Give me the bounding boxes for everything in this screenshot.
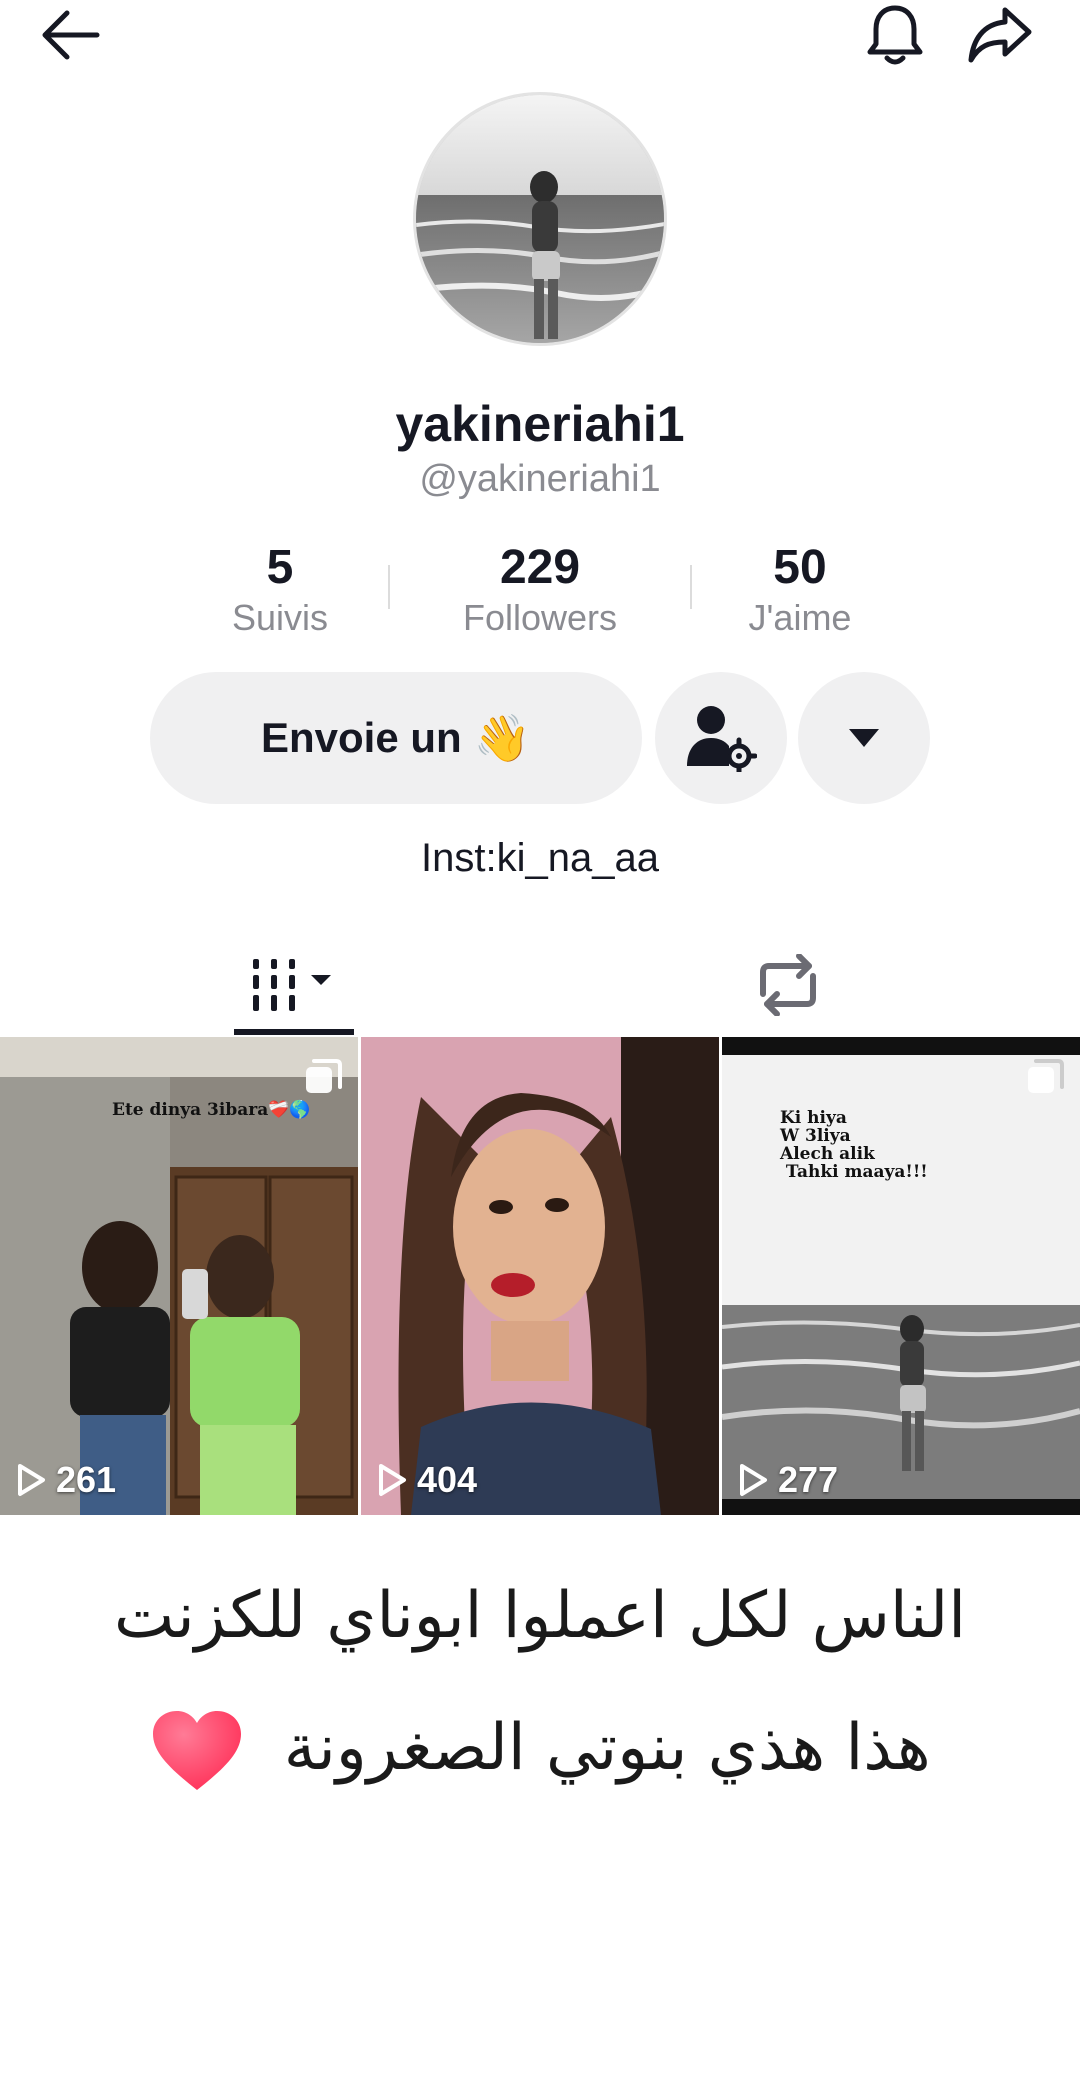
send-wave-button[interactable]: Envoie un 👋 <box>150 672 642 804</box>
arrow-left-icon <box>42 10 100 60</box>
following-count: 5 <box>266 541 294 594</box>
content-tabs <box>0 935 1080 1035</box>
multi-clip-icon <box>1028 1059 1064 1093</box>
video-thumbnail[interactable]: Ki hiya W 3liya Alech alik Tahki maaya!!… <box>722 1037 1080 1515</box>
video-overlay-text: Ki hiya W 3liya Alech alik Tahki maaya!!… <box>780 1108 928 1182</box>
tab-reposts[interactable] <box>728 935 848 1035</box>
caption-overlay: الناس لكل اعملوا ابوناي للكزنت هذا هذي ب… <box>0 1550 1080 1814</box>
caret-down-icon <box>849 729 879 747</box>
likes-count: 50 <box>773 541 827 594</box>
view-count: 277 <box>738 1459 838 1501</box>
bell-icon <box>867 5 923 65</box>
more-options-button[interactable] <box>798 672 930 804</box>
stat-divider <box>388 565 390 609</box>
video-thumbnail-image <box>361 1037 719 1515</box>
video-grid: Ete dinya 3ibara❤️‍🩹🌎 261 <box>0 1037 1080 1515</box>
play-icon <box>379 1464 406 1496</box>
video-thumbnail[interactable]: 404 <box>361 1037 719 1515</box>
wave-emoji: 👋 <box>473 711 531 764</box>
notifications-button[interactable] <box>855 0 935 70</box>
bio-text: Inst:ki_na_aa <box>421 836 659 880</box>
avatar-photo <box>416 95 664 343</box>
caption-line-1: الناس لكل اعملوا ابوناي للكزنت <box>114 1579 966 1653</box>
view-count-value: 404 <box>417 1459 478 1500</box>
friend-settings-button[interactable] <box>655 672 787 804</box>
avatar[interactable] <box>413 92 667 346</box>
video-thumbnail[interactable]: Ete dinya 3ibara❤️‍🩹🌎 261 <box>0 1037 358 1515</box>
back-button[interactable] <box>30 0 110 70</box>
stat-divider <box>690 565 692 609</box>
active-tab-indicator <box>234 1029 354 1035</box>
play-icon <box>18 1464 45 1496</box>
caption-line-2-wrap: هذا هذي بنوتي الصغرونة <box>0 1682 1080 1814</box>
stat-likes[interactable]: 50 J'aime <box>670 540 930 640</box>
share-button[interactable] <box>960 0 1040 70</box>
followers-label: Followers <box>462 597 618 638</box>
play-icon <box>740 1464 767 1496</box>
display-name: yakineriahi1 <box>395 396 685 452</box>
followers-count: 229 <box>499 541 581 594</box>
video-overlay-text: Ete dinya 3ibara❤️‍🩹🌎 <box>112 1100 311 1120</box>
share-arrow-icon <box>968 7 1032 63</box>
heart-icon <box>153 1711 242 1791</box>
user-settings-icon <box>687 706 757 772</box>
profile-stats: 5 Suivis 229 Followers 50 J'aime <box>150 540 930 640</box>
stat-followers[interactable]: 229 Followers <box>410 540 670 640</box>
likes-label: J'aime <box>748 597 852 638</box>
top-bar <box>0 0 1080 80</box>
view-count: 404 <box>377 1459 477 1501</box>
multi-clip-icon <box>306 1059 342 1093</box>
stat-following[interactable]: 5 Suivis <box>150 540 410 640</box>
following-label: Suivis <box>231 597 329 638</box>
view-count-value: 261 <box>56 1459 117 1500</box>
tab-videos[interactable] <box>234 935 354 1035</box>
username-handle: @yakineriahi1 <box>419 458 661 500</box>
grid-columns-icon <box>253 959 331 1011</box>
view-count: 261 <box>16 1459 116 1501</box>
view-count-value: 277 <box>778 1459 839 1500</box>
caption-line-2: هذا هذي بنوتي الصغرونة <box>283 1711 931 1785</box>
send-wave-label: Envoie un <box>261 714 462 761</box>
repost-icon <box>760 954 816 1016</box>
